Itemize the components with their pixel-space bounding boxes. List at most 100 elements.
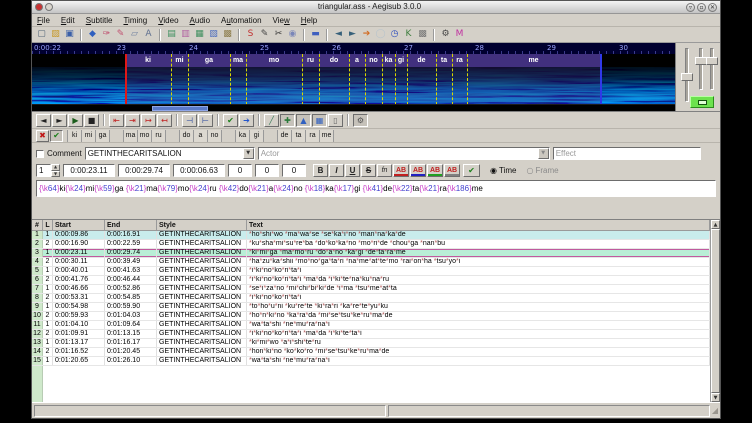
syllable-divider[interactable] [407,54,408,104]
layer-value[interactable]: 1 [36,164,51,177]
window-maximize-button[interactable]: ▫ [697,3,706,12]
karaoke-syllable-do[interactable]: do [319,54,349,67]
strikeout-button[interactable]: S [361,164,376,177]
jump-video-start-button[interactable]: ◄ [332,28,345,41]
automation-button[interactable]: ⚙ [439,28,452,41]
toggle-auto-commit-button[interactable]: ╱ [264,114,279,127]
selection-start-marker[interactable] [125,54,127,104]
chevron-down-icon[interactable]: ▼ [243,148,254,159]
subtitle-row-9[interactable]: 910:00:54.980:00:59.90GETINTHECARITSALIO… [32,303,710,312]
start-time-field[interactable]: 0:00:23.11 [63,164,115,177]
window-shade-button[interactable]: ▿ [686,3,695,12]
margin-vertical-field[interactable]: 0 [282,164,306,177]
outline-color-button[interactable]: AB [427,164,443,177]
syllable-divider[interactable] [230,54,231,104]
karaoke-syllable-gi[interactable]: gi [395,54,407,67]
syllable-divider[interactable] [395,54,396,104]
karaoke-cell-gi[interactable]: gi [250,130,264,142]
timing-post-processor-button[interactable]: ◷ [388,28,401,41]
styles-manager-button[interactable]: ▤ [165,28,178,41]
karaoke-syllable-a[interactable]: a [349,54,365,67]
toggle-spectrum-button[interactable]: ▦ [312,114,327,127]
go-to-selection-button[interactable]: ➔ [239,114,254,127]
lead-out-button[interactable]: ⊢ [198,114,213,127]
audio-selection-fill[interactable] [125,67,600,104]
menu-edit[interactable]: Edit [61,16,75,25]
scroll-up-icon[interactable]: ▲ [711,220,720,229]
grid-header-text[interactable]: Text [247,220,710,230]
stop-button[interactable]: ■ [84,114,99,127]
karaoke-cell-do[interactable]: do [180,130,194,142]
grid-header-start[interactable]: Start [53,220,105,230]
karaoke-cell-ki[interactable]: ki [68,130,82,142]
automation-manager-button[interactable]: M [453,28,466,41]
play-last-500ms-button[interactable]: ↤ [157,114,172,127]
find-button[interactable]: ◆ [86,28,99,41]
jump-video-end-button[interactable]: ► [346,28,359,41]
italic-button[interactable]: I [329,164,344,177]
menu-file[interactable]: File [37,16,50,25]
properties-button[interactable]: ▥ [179,28,192,41]
duration-field[interactable]: 0:00:06.63 [173,164,225,177]
menu-subtitle[interactable]: Subtitle [86,16,113,25]
shadow-color-button[interactable]: AB [444,164,460,177]
subtitle-row-11[interactable]: 1110:01:04.100:01:09.64GETINTHECARITSALI… [32,321,710,330]
grid-header-num[interactable]: # [32,220,43,230]
kanji-timer-button[interactable]: K [402,28,415,41]
commit-button[interactable]: ✔ [463,164,480,177]
vertical-zoom-slider[interactable] [699,48,703,90]
karaoke-syllable-de[interactable]: de [407,54,436,67]
menu-help[interactable]: Help [301,16,317,25]
horizontal-zoom-handle[interactable] [681,73,693,81]
resample-resolution-button[interactable]: ▱ [128,28,141,41]
end-time-field[interactable]: 0:00:29.74 [118,164,170,177]
syllable-divider[interactable] [452,54,453,104]
karaoke-syllable-mi[interactable]: mi [171,54,188,67]
secondary-color-button[interactable]: AB [410,164,426,177]
margin-right-field[interactable]: 0 [255,164,279,177]
karaoke-syllable-ma[interactable]: ma [230,54,246,67]
subtitle-row-13[interactable]: 1310:01:13.170:01:16.17GETINTHECARITSALI… [32,339,710,348]
karaoke-cell-space[interactable] [166,130,180,142]
shift-to-current-button[interactable]: ➔ [360,28,373,41]
subtitle-row-7[interactable]: 710:00:46.660:00:52.86GETINTHECARITSALIO… [32,285,710,294]
karaoke-syllable-mo[interactable]: mo [246,54,302,67]
grid-header-end[interactable]: End [105,220,157,230]
font-button[interactable]: fn [377,164,392,177]
subtitle-row-3[interactable]: 310:00:23.110:00:29.74GETINTHECARITSALIO… [32,249,710,258]
subtitle-row-15[interactable]: 1510:01:20.650:01:26.10GETINTHECARITSALI… [32,357,710,366]
menu-video[interactable]: Video [158,16,178,25]
karaoke-cell-mi[interactable]: mi [82,130,96,142]
karaoke-syllable-ga[interactable]: ga [188,54,230,67]
commit-timing-button[interactable]: ✔ [223,114,238,127]
layer-stepper[interactable]: 1 ▲ ▼ [36,164,60,177]
play-pause-button[interactable]: ▶ [68,114,83,127]
play-first-500ms-button[interactable]: ↦ [141,114,156,127]
karaoke-cell-a[interactable]: a [194,130,208,142]
radio-on-icon[interactable]: ◉ [490,164,497,177]
toggle-vertical-link-button[interactable]: ▯ [328,114,343,127]
window-close-button[interactable]: ✕ [708,3,717,12]
syllable-divider[interactable] [382,54,383,104]
grid-scrollbar[interactable]: ▲ ▼ [710,220,720,402]
karaoke-cell-mo[interactable]: mo [138,130,152,142]
new-subtitles-button[interactable]: ▢ [35,28,48,41]
visual-tool-button[interactable]: ▩ [416,28,429,41]
play-500ms-after-button[interactable]: ⇥ [125,114,140,127]
karaoke-cell-de[interactable]: de [278,130,292,142]
attachments-button[interactable]: ▦ [193,28,206,41]
menu-audio[interactable]: Audio [190,16,210,25]
karaoke-mode-button[interactable]: ⚙ [353,114,368,127]
scroll-down-icon[interactable]: ▼ [711,393,720,402]
edit-details-button[interactable]: ✎ [258,28,271,41]
karaoke-syllable-no[interactable]: no [365,54,382,67]
audio-scrollbar[interactable] [32,104,675,111]
karaoke-cell-me[interactable]: me [320,130,334,142]
comment-checkbox[interactable]: Comment [36,149,82,158]
translation-assistant-button[interactable]: ✎ [114,28,127,41]
karaoke-cell-ma[interactable]: ma [124,130,138,142]
lead-in-button[interactable]: ⊣ [182,114,197,127]
karaoke-syllable-ka[interactable]: ka [382,54,395,67]
delete-lines-button[interactable]: ◉ [286,28,299,41]
audio-spectrogram[interactable]: kimigamamorudoanokagidetarame [32,54,675,104]
